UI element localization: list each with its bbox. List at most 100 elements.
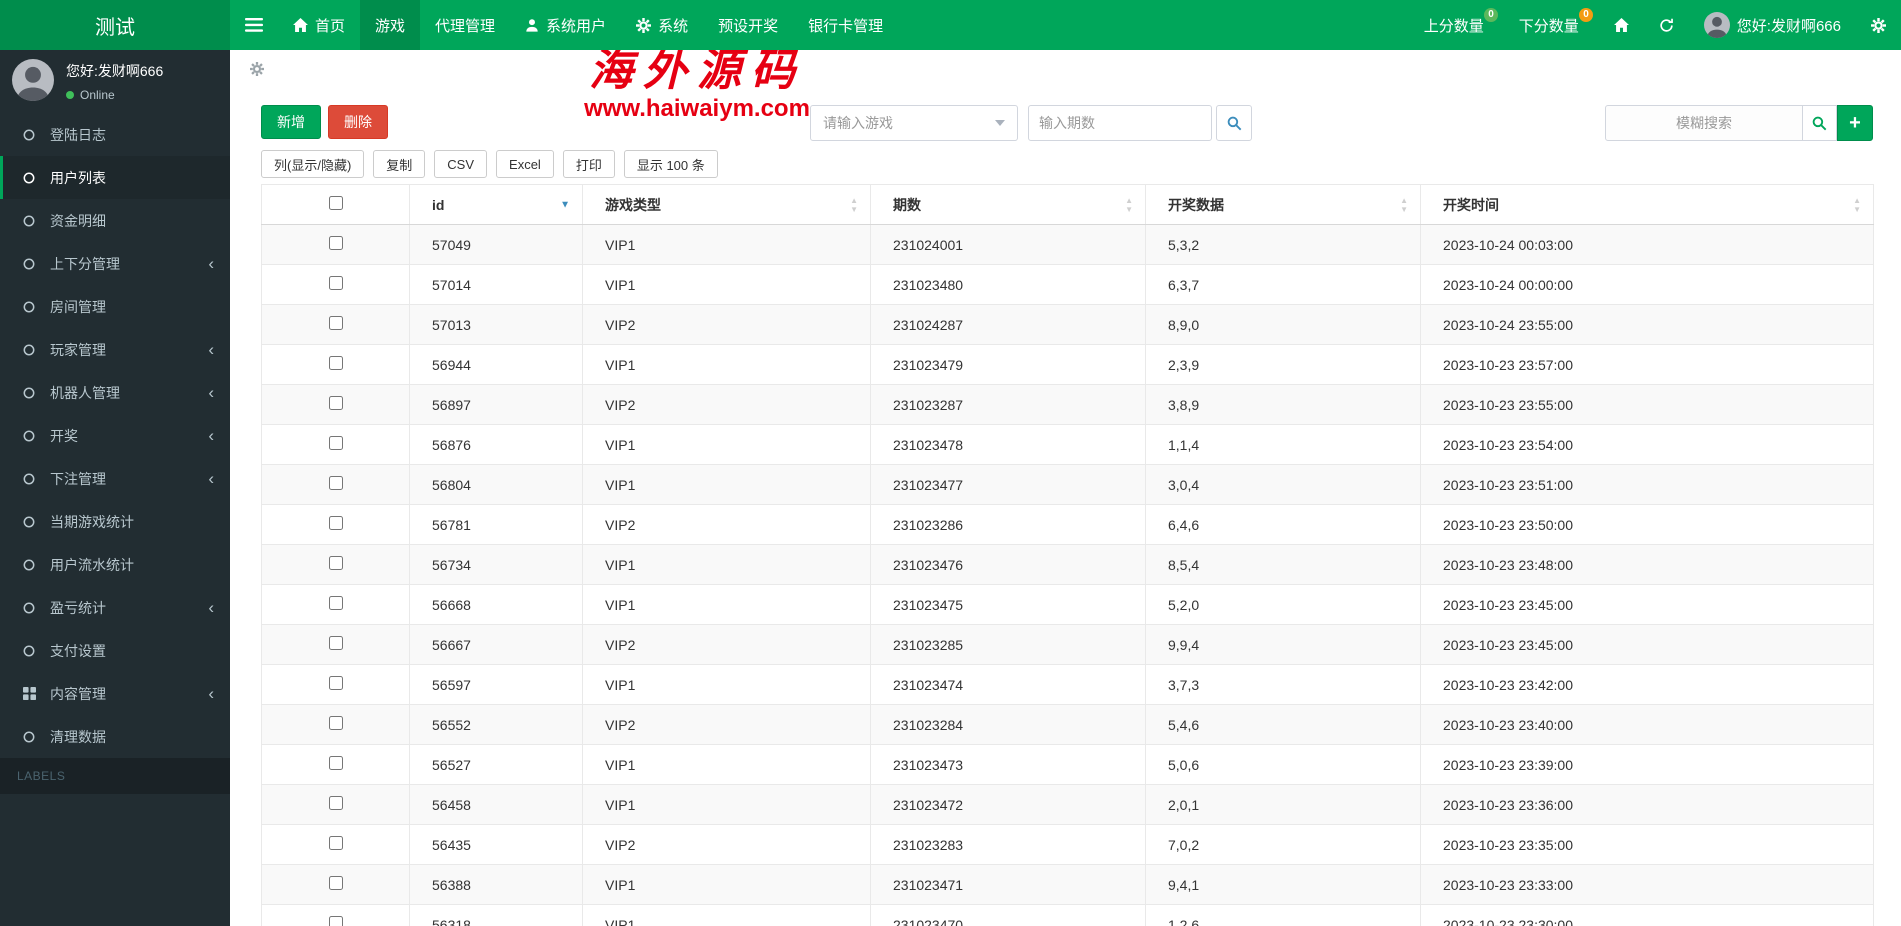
row-checkbox[interactable]: [328, 276, 343, 290]
sort-icon[interactable]: ▲ ▼: [1400, 195, 1408, 213]
row-checkbox[interactable]: [328, 676, 343, 690]
sidebar-item-player-manage[interactable]: 玩家管理 ‹: [0, 328, 230, 371]
cell-id: 56318: [409, 904, 583, 926]
print-button[interactable]: 打印: [562, 150, 615, 178]
online-status-label: Online: [80, 88, 115, 102]
sort-icon[interactable]: ▲ ▼: [1125, 195, 1133, 213]
row-checkbox[interactable]: [328, 876, 343, 890]
column-header-label: 开奖数据: [1168, 196, 1224, 213]
row-checkbox-cell: [261, 584, 410, 625]
row-checkbox[interactable]: [328, 796, 343, 810]
up-score-button[interactable]: 上分数量 0: [1409, 0, 1504, 50]
row-checkbox[interactable]: [328, 916, 343, 926]
add-button[interactable]: 新增: [261, 105, 321, 139]
circle-icon: [20, 645, 38, 657]
up-score-badge: 0: [1484, 8, 1498, 22]
column-header-开奖数据[interactable]: 开奖数据 ▲ ▼: [1145, 184, 1421, 225]
row-checkbox[interactable]: [328, 636, 343, 650]
circle-icon: [20, 215, 38, 227]
refresh-button[interactable]: [1644, 0, 1689, 50]
cell-period: 231023475: [870, 584, 1146, 625]
sort-desc-icon[interactable]: ▼: [560, 199, 570, 210]
cell-id: 57013: [409, 304, 583, 345]
row-checkbox[interactable]: [328, 356, 343, 370]
columns-toggle-button[interactable]: 列(显示/隐藏): [261, 150, 365, 178]
excel-export-button[interactable]: Excel: [496, 150, 554, 178]
nav-item-system[interactable]: 系统: [621, 0, 703, 50]
sidebar-item-room-manage[interactable]: 房间管理: [0, 285, 230, 328]
fuzzy-search-input[interactable]: [1605, 105, 1803, 141]
nav-item-system-users[interactable]: 系统用户: [510, 0, 621, 50]
cell-game-type: VIP1: [582, 224, 871, 265]
sidebar-item-login-log[interactable]: 登陆日志: [0, 113, 230, 156]
brand-title[interactable]: 测试: [0, 0, 230, 50]
sidebar-item-funds-detail[interactable]: 资金明细: [0, 199, 230, 242]
down-score-label: 下分数量: [1518, 17, 1579, 35]
nav-item-preset-draw[interactable]: 预设开奖: [703, 0, 793, 50]
delete-button[interactable]: 删除: [328, 105, 388, 139]
row-checkbox[interactable]: [328, 596, 343, 610]
nav-item-home[interactable]: 首页: [278, 0, 360, 50]
sidebar-item-robot-manage[interactable]: 机器人管理 ‹: [0, 371, 230, 414]
sidebar-item-user-list[interactable]: 用户列表: [0, 156, 230, 199]
row-checkbox[interactable]: [328, 476, 343, 490]
row-checkbox[interactable]: [328, 756, 343, 770]
sidebar-item-user-flow-stats[interactable]: 用户流水统计: [0, 543, 230, 586]
row-checkbox[interactable]: [328, 716, 343, 730]
cell-id: 56527: [409, 744, 583, 785]
csv-export-button[interactable]: CSV: [434, 150, 488, 178]
row-checkbox[interactable]: [328, 396, 343, 410]
add-row-button[interactable]: +: [1837, 105, 1873, 141]
user-menu-button[interactable]: 您好:发财啊666: [1689, 0, 1856, 50]
chevron-left-icon: ‹: [208, 254, 214, 273]
sidebar-user-name: 您好:发财啊666: [66, 63, 164, 79]
cell-game-type: VIP1: [582, 904, 871, 926]
sidebar-item-content-manage[interactable]: 内容管理 ‹: [0, 672, 230, 715]
column-header-id[interactable]: id ▼: [409, 184, 583, 225]
sidebar-item-draw[interactable]: 开奖 ‹: [0, 414, 230, 457]
sort-icon[interactable]: ▲ ▼: [850, 195, 858, 213]
row-checkbox[interactable]: [328, 516, 343, 530]
sidebar-item-payment-settings[interactable]: 支付设置: [0, 629, 230, 672]
content-gear-icon[interactable]: [250, 62, 264, 76]
cell-game-type: VIP2: [582, 624, 871, 665]
search-controls: 请输入游戏: [810, 105, 1252, 141]
select-all-checkbox[interactable]: [328, 196, 343, 210]
sidebar-item-label: 盈亏统计: [50, 599, 106, 616]
period-input[interactable]: [1028, 105, 1212, 141]
row-checkbox[interactable]: [328, 236, 343, 250]
sidebar-item-clean-data[interactable]: 清理数据: [0, 715, 230, 758]
column-header-开奖时间[interactable]: 开奖时间 ▲ ▼: [1420, 184, 1874, 225]
cell-draw-data: 5,3,2: [1145, 224, 1421, 265]
sort-icon[interactable]: ▲ ▼: [1853, 195, 1861, 213]
show-100-button[interactable]: 显示 100 条: [623, 150, 718, 178]
sidebar-item-bet-manage[interactable]: 下注管理 ‹: [0, 457, 230, 500]
home-shortcut-button[interactable]: [1599, 0, 1644, 50]
column-header-期数[interactable]: 期数 ▲ ▼: [870, 184, 1146, 225]
row-checkbox[interactable]: [328, 836, 343, 850]
settings-button[interactable]: [1856, 0, 1901, 50]
home-icon: [1613, 18, 1629, 32]
sidebar-item-profit-stats[interactable]: 盈亏统计 ‹: [0, 586, 230, 629]
sidebar-item-score-manage[interactable]: 上下分管理 ‹: [0, 242, 230, 285]
column-header-游戏类型[interactable]: 游戏类型 ▲ ▼: [582, 184, 871, 225]
sidebar-item-current-game-stats[interactable]: 当期游戏统计: [0, 500, 230, 543]
down-score-button[interactable]: 下分数量 0: [1504, 0, 1599, 50]
nav-item-agent-manage[interactable]: 代理管理: [420, 0, 510, 50]
fuzzy-search-button[interactable]: [1803, 105, 1837, 141]
nav-item-bank-card-manage[interactable]: 银行卡管理: [793, 0, 898, 50]
circle-icon: [20, 473, 38, 485]
row-checkbox[interactable]: [328, 556, 343, 570]
copy-button[interactable]: 复制: [373, 150, 426, 178]
row-checkbox[interactable]: [328, 436, 343, 450]
cell-draw-data: 1,2,6: [1145, 904, 1421, 926]
nav-item-games[interactable]: 游戏: [360, 0, 421, 50]
cell-draw-time: 2023-10-23 23:48:00: [1420, 544, 1874, 585]
cell-draw-time: 2023-10-23 23:45:00: [1420, 624, 1874, 665]
sidebar-toggle-button[interactable]: [230, 0, 278, 50]
cell-game-type: VIP1: [582, 664, 871, 705]
cell-game-type: VIP1: [582, 424, 871, 465]
game-select[interactable]: 请输入游戏: [810, 105, 1018, 141]
row-checkbox[interactable]: [328, 316, 343, 330]
search-button[interactable]: [1216, 105, 1252, 141]
